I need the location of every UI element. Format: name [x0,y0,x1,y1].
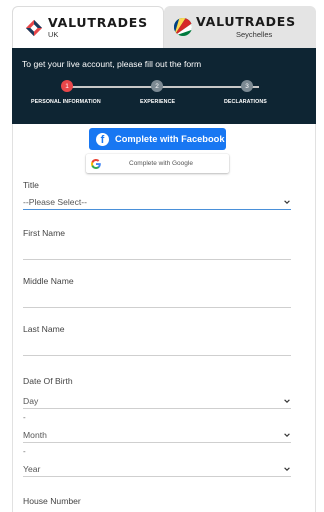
dob-separator: - [23,413,26,422]
facebook-button-label: Complete with Facebook [115,134,225,144]
last-name-input[interactable] [23,355,291,356]
entity-tabs: VALUTRADES UK VALUTRADES Seychelles [0,0,324,48]
page-title: To get your live account, please fill ou… [22,59,202,69]
step-2-indicator: 2 [151,80,163,92]
tab-seychelles-brand: VALUTRADES [196,14,296,29]
step-1-indicator: 1 [61,80,73,92]
dob-year-select[interactable]: Year [23,461,291,477]
step-3-indicator: 3 [241,80,253,92]
seychelles-flag-icon [174,18,192,36]
step-2-label: EXPERIENCE [140,99,176,105]
title-select-value: --Please Select-- [23,196,87,207]
dob-month-select[interactable]: Month [23,427,291,443]
middle-name-label: Middle Name [23,276,74,286]
dob-label: Date Of Birth [23,376,73,386]
tab-uk-brand: VALUTRADES [48,14,148,30]
tab-uk[interactable]: VALUTRADES UK [12,6,164,48]
dob-day-value: Day [23,395,39,406]
personal-info-form: f Complete with Facebook Complete with G… [12,124,316,512]
first-name-input[interactable] [23,259,291,260]
valutrades-uk-logo-icon [25,19,43,36]
dob-day-select[interactable]: Day [23,393,291,409]
facebook-icon: f [96,132,109,146]
title-label: Title [23,180,39,190]
tab-uk-region: UK [48,30,59,39]
dob-month-value: Month [23,429,47,440]
tab-seychelles[interactable]: VALUTRADES Seychelles [164,6,316,48]
google-button-label: Complete with Google [129,160,193,167]
title-select[interactable]: --Please Select-- [23,194,291,210]
dob-separator: - [23,447,26,456]
step-1-label: PERSONAL INFORMATION [31,99,101,105]
facebook-button[interactable]: f Complete with Facebook [89,128,226,150]
chevron-down-icon [284,432,290,437]
house-number-label: House Number [23,496,81,506]
chevron-down-icon [284,199,290,204]
google-icon [91,158,101,169]
middle-name-input[interactable] [23,307,291,308]
first-name-label: First Name [23,228,66,238]
google-button[interactable]: Complete with Google [86,154,229,173]
dob-year-value: Year [23,463,41,474]
last-name-label: Last Name [23,324,65,334]
chevron-down-icon [284,398,290,403]
form-header: To get your live account, please fill ou… [12,48,316,124]
tab-seychelles-region: Seychelles [236,29,273,39]
chevron-down-icon [284,466,290,471]
step-3-label: DECLARATIONS [224,99,267,105]
